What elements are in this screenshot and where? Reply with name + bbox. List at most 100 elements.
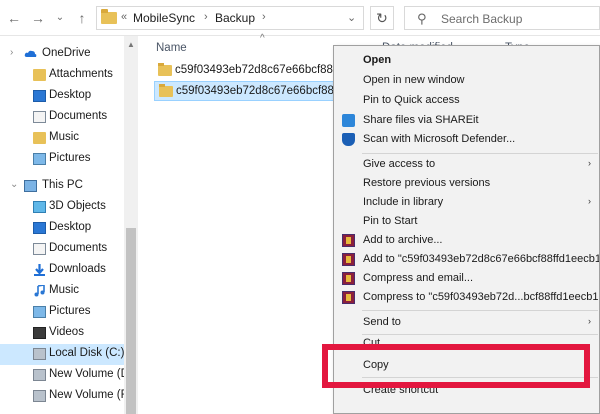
defender-shield-icon — [342, 133, 355, 146]
menu-item-restore-versions[interactable]: Restore previous versions — [334, 174, 599, 193]
menu-item-label: Restore previous versions — [363, 177, 491, 189]
up-arrow-icon[interactable]: ↑ — [74, 9, 90, 27]
navigation-pane: › OneDrive Attachments Desktop Documents… — [0, 36, 138, 414]
nav-item-label: Pictures — [49, 305, 91, 317]
breadcrumb-mobilesync[interactable]: MobileSync — [133, 11, 195, 25]
nav-item-onedrive[interactable]: › OneDrive — [0, 44, 124, 65]
menu-item-label: Include in library — [363, 196, 444, 208]
videos-icon — [33, 327, 46, 339]
nav-item-label: Downloads — [49, 263, 106, 275]
menu-item-send-to[interactable]: Send to › — [334, 313, 599, 332]
breadcrumb-backup[interactable]: Backup — [215, 11, 255, 25]
menu-item-open-new-window[interactable]: Open in new window — [334, 71, 599, 90]
refresh-button[interactable]: ↻ — [370, 6, 394, 30]
menu-item-label: Give access to — [363, 158, 436, 170]
chevron-right-icon: › — [588, 196, 591, 206]
chevron-right-icon: › — [588, 158, 591, 168]
nav-item-label: Music — [49, 131, 80, 143]
nav-item-this-pc[interactable]: ⌄ This PC — [0, 176, 124, 197]
pictures-icon — [33, 306, 46, 318]
menu-item-give-access[interactable]: Give access to › — [334, 155, 599, 174]
documents-icon — [33, 243, 46, 255]
back-arrow-icon[interactable]: ← — [6, 9, 22, 27]
desktop-icon — [33, 222, 46, 234]
nav-item-downloads[interactable]: Downloads — [0, 260, 124, 281]
cloud-icon — [24, 50, 37, 57]
menu-item-label: Compress and email... — [363, 272, 474, 284]
menu-item-label: Send to — [363, 316, 401, 328]
nav-item-label: Videos — [49, 326, 84, 338]
nav-item-documents[interactable]: Documents — [0, 107, 124, 128]
nav-item-label: Documents — [49, 242, 108, 254]
menu-item-open[interactable]: Open — [334, 51, 599, 70]
winrar-icon — [342, 272, 355, 285]
file-row-selected[interactable]: c59f03493eb72d8c67e66bcf88ffd1e — [154, 81, 344, 101]
nav-pane-scroll-thumb[interactable] — [126, 228, 136, 414]
menu-item-label: Scan with Microsoft Defender... — [363, 133, 516, 145]
desktop-icon — [33, 90, 46, 102]
menu-item-scan-defender[interactable]: Scan with Microsoft Defender... — [334, 130, 599, 149]
menu-item-add-to-rar[interactable]: Add to "c59f03493eb72d8c67e66bcf88ffd1ee… — [334, 250, 600, 269]
menu-item-compress-to-rar-email[interactable]: Compress to "c59f03493eb72d...bcf88ffd1e… — [334, 288, 599, 307]
file-name: c59f03493eb72d8c67e66bcf88ffd1e — [176, 85, 344, 97]
nav-item-label: Music — [49, 284, 80, 296]
refresh-icon: ↻ — [376, 10, 388, 26]
column-header-name[interactable]: Name — [156, 42, 187, 54]
shareit-icon — [342, 114, 355, 127]
nav-item-attachments[interactable]: Attachments — [0, 65, 124, 86]
nav-item-3d-objects[interactable]: 3D Objects — [0, 197, 124, 218]
file-name: c59f03493eb72d8c67e66bcf88ffd1e — [175, 64, 343, 76]
music-icon — [34, 285, 45, 297]
menu-item-pin-quick-access[interactable]: Pin to Quick access — [334, 91, 599, 110]
menu-item-add-archive[interactable]: Add to archive... — [334, 231, 599, 250]
forward-arrow-icon[interactable]: → — [30, 9, 46, 27]
drive-icon — [33, 369, 46, 381]
menu-item-share-shareit[interactable]: Share files via SHAREit — [334, 111, 599, 130]
nav-item-videos[interactable]: Videos — [0, 323, 124, 344]
file-row[interactable]: c59f03493eb72d8c67e66bcf88ffd1e — [154, 61, 344, 81]
chevron-right-icon[interactable]: › — [10, 47, 13, 58]
nav-item-desktop[interactable]: Desktop — [0, 86, 124, 107]
copy-highlight-annotation — [322, 344, 590, 388]
folder-icon — [158, 63, 172, 76]
menu-item-pin-start[interactable]: Pin to Start — [334, 212, 599, 231]
folder-icon — [159, 84, 173, 97]
nav-item-music-pc[interactable]: Music — [0, 281, 124, 302]
nav-item-label: This PC — [42, 179, 83, 191]
winrar-icon — [342, 291, 355, 304]
chevron-down-icon[interactable]: ⌄ — [347, 11, 356, 24]
chevron-right-icon: › — [588, 316, 591, 326]
address-bar: ← → ⌄ ↑ « MobileSync › Backup › ⌄ ↻ ⚲ Se… — [0, 0, 600, 36]
nav-item-new-volume-d[interactable]: New Volume (D: — [0, 365, 132, 386]
nav-item-desktop-pc[interactable]: Desktop — [0, 218, 124, 239]
menu-item-label: Add to "c59f03493eb72d8c67e66bcf88ffd1ee… — [363, 253, 600, 265]
nav-item-music[interactable]: Music — [0, 128, 124, 149]
nav-item-documents-pc[interactable]: Documents — [0, 239, 124, 260]
folder-icon — [33, 132, 46, 144]
folder-icon — [101, 9, 117, 24]
search-input[interactable]: ⚲ Search Backup — [404, 6, 600, 30]
chevron-right-icon[interactable]: › — [204, 11, 208, 23]
chevron-down-icon[interactable]: ⌄ — [10, 179, 18, 190]
scroll-up-arrow-icon[interactable]: ▲ — [124, 38, 138, 52]
menu-item-label: Add to archive... — [363, 234, 443, 246]
drive-icon — [33, 348, 46, 360]
nav-item-pictures-pc[interactable]: Pictures — [0, 302, 124, 323]
nav-item-pictures[interactable]: Pictures — [0, 149, 124, 170]
nav-item-label: Pictures — [49, 152, 91, 164]
menu-item-label: Pin to Quick access — [363, 94, 460, 106]
nav-item-local-disk-c[interactable]: Local Disk (C:) — [0, 344, 124, 365]
nav-item-new-volume-f[interactable]: New Volume (F:) — [0, 386, 135, 407]
menu-item-compress-email[interactable]: Compress and email... — [334, 269, 599, 288]
breadcrumb-overflow[interactable]: « — [121, 11, 127, 23]
recent-locations-chevron-icon[interactable]: ⌄ — [52, 9, 68, 27]
nav-item-label: Attachments — [49, 68, 113, 80]
drive-icon — [33, 390, 46, 402]
menu-item-label: Open — [363, 54, 392, 66]
chevron-right-icon[interactable]: › — [262, 11, 266, 23]
nav-item-label: New Volume (F:) — [49, 389, 135, 401]
address-path-box[interactable]: « MobileSync › Backup › ⌄ — [96, 6, 364, 30]
menu-separator — [362, 153, 598, 154]
menu-item-include-library[interactable]: Include in library › — [334, 193, 599, 212]
menu-item-label: Open in new window — [363, 74, 465, 86]
